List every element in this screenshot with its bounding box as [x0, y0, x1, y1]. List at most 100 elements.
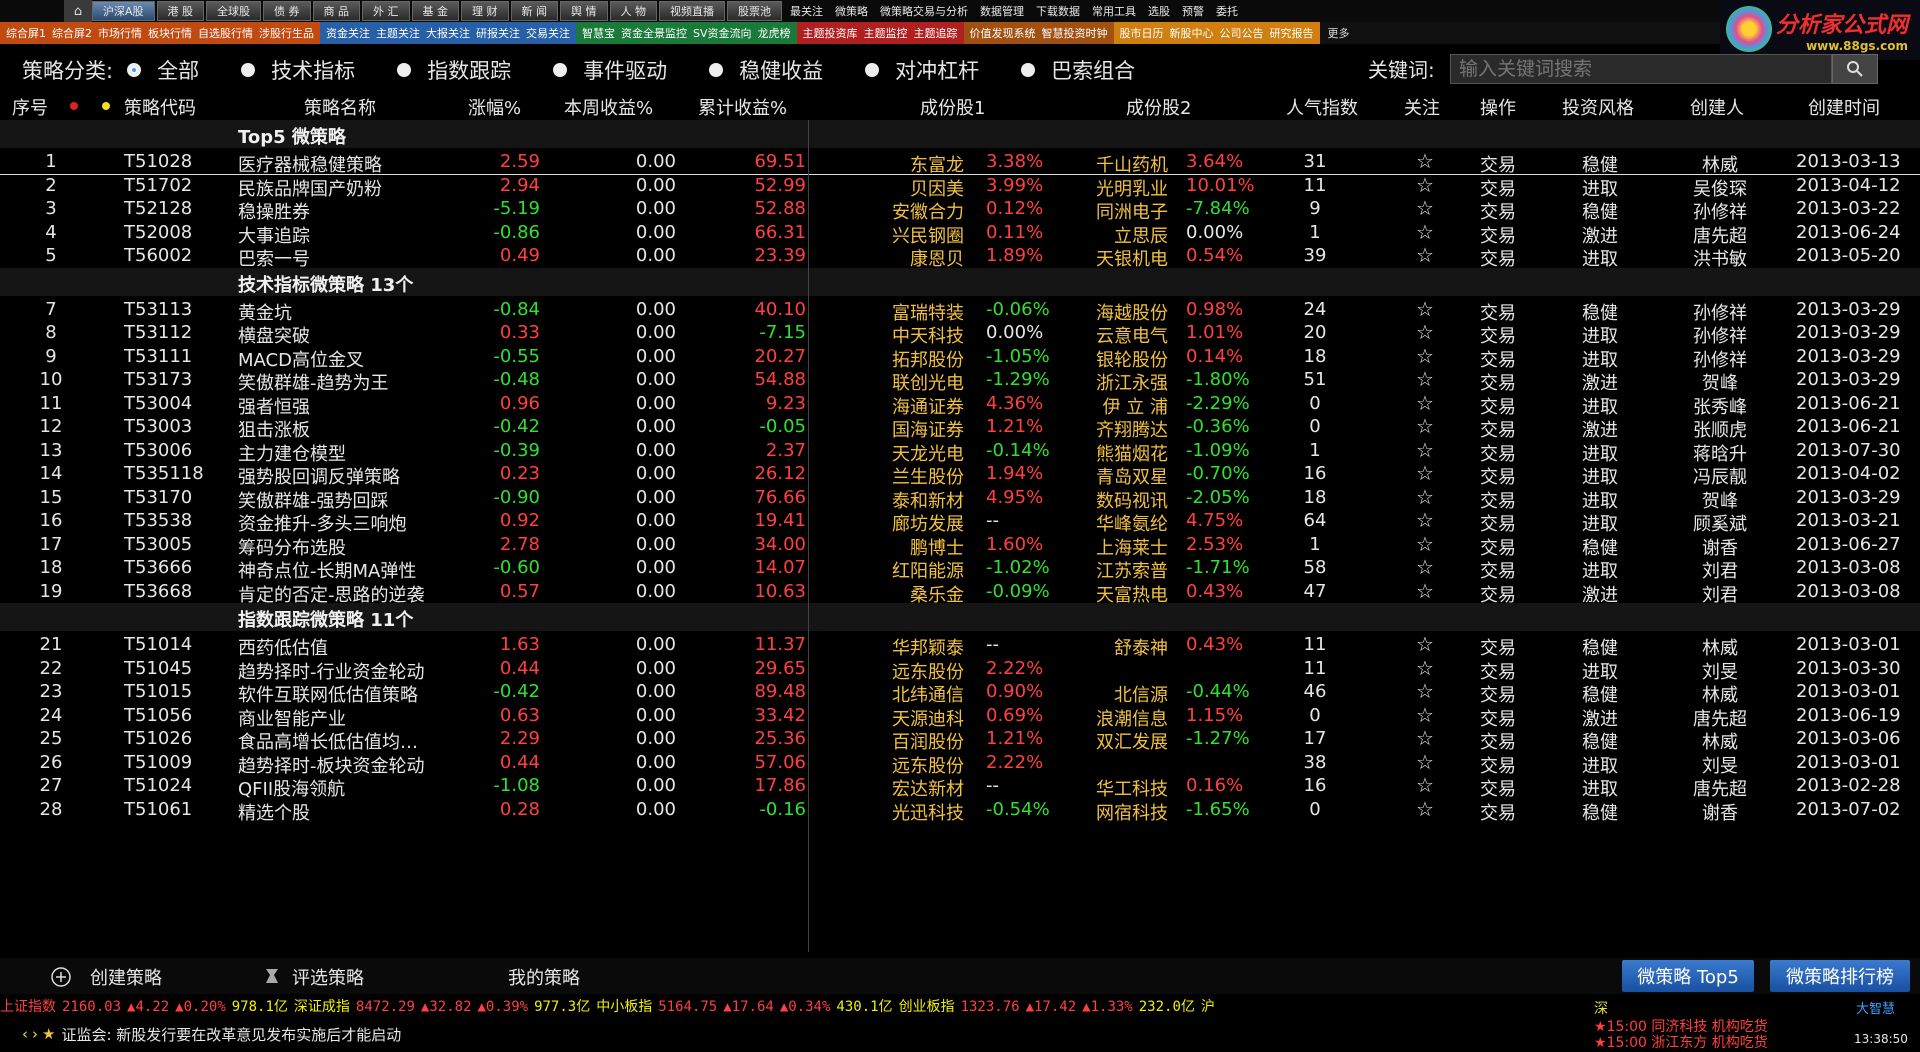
strategy-code[interactable]: T51056 [124, 705, 192, 726]
favorite-star-icon[interactable]: ☆ [1410, 679, 1440, 703]
add-circle-icon[interactable] [50, 966, 72, 993]
filter-option-radio[interactable]: 稳健收益 [709, 55, 823, 85]
nav-tab[interactable]: 视频直播 [659, 1, 726, 21]
news-text[interactable]: 证监会: 新股发行要在改革意见发布实施后才能启动 [61, 1024, 401, 1045]
sub-nav-item[interactable]: 板块行情 [145, 25, 195, 41]
col-date[interactable]: 创建时间 [1808, 94, 1880, 120]
favorite-star-icon[interactable]: ☆ [1410, 243, 1440, 267]
nav-tab[interactable]: 港 股 [156, 1, 205, 21]
sub-nav-item[interactable]: 综合屏2 [49, 25, 95, 41]
stock2-name[interactable]: 网宿科技 [1050, 799, 1168, 825]
top5-button[interactable]: 微策略 Top5 [1622, 960, 1754, 992]
strategy-code[interactable]: T53170 [124, 487, 192, 508]
strategy-code[interactable]: T51009 [124, 752, 192, 773]
review-strategy-button[interactable]: 评选策略 [292, 964, 364, 990]
alert-2[interactable]: ★15:00 浙江东方 机构吃货 [1594, 1032, 1768, 1052]
nav-menu-item[interactable]: 数据管理 [974, 3, 1030, 19]
sub-nav-item[interactable]: 智慧投资时钟 [1039, 25, 1111, 41]
table-row[interactable]: 19 T53668 肯定的否定-思路的逆袭 0.57 0.00 10.63 桑乐金 -0.09… [0, 578, 1920, 606]
ranking-button[interactable]: 微策略排行榜 [1770, 960, 1910, 992]
col-fav[interactable]: 关注 [1404, 94, 1440, 120]
favorite-star-icon[interactable]: ☆ [1410, 461, 1440, 485]
favorite-star-icon[interactable]: ☆ [1410, 414, 1440, 438]
nav-tab[interactable]: 人 物 [609, 1, 658, 21]
favorite-star-icon[interactable]: ☆ [1410, 532, 1440, 556]
favorite-star-icon[interactable]: ☆ [1410, 297, 1440, 321]
strategy-code[interactable]: T53004 [124, 393, 192, 414]
sub-nav-item[interactable]: 交易关注 [523, 25, 573, 41]
strategy-code[interactable]: T51024 [124, 775, 192, 796]
filter-option-radio[interactable]: 全部 [127, 55, 199, 85]
sub-nav-item[interactable]: 主题关注 [373, 25, 423, 41]
nav-menu-item[interactable]: 委托 [1210, 3, 1244, 19]
col-idx[interactable]: 序号 [12, 94, 48, 120]
nav-tab[interactable]: 商 品 [312, 1, 361, 21]
strategy-name[interactable]: 精选个股 [238, 799, 310, 825]
strategy-code[interactable]: T53538 [124, 510, 192, 531]
nav-menu-item[interactable]: 微策略交易与分析 [874, 3, 974, 19]
strategy-code[interactable]: T53111 [124, 346, 192, 367]
nav-tab[interactable]: 外 汇 [362, 1, 410, 21]
strategy-code[interactable]: T53003 [124, 416, 192, 437]
col-pop[interactable]: 人气指数 [1286, 94, 1358, 120]
strategy-code[interactable]: T51028 [124, 151, 192, 172]
strategy-code[interactable]: T51015 [124, 681, 192, 702]
next-arrow-icon[interactable]: › [32, 1025, 38, 1043]
filter-option-radio[interactable]: 技术指标 [241, 55, 355, 85]
nav-tab[interactable]: 舆 情 [560, 1, 608, 21]
favorite-star-icon[interactable]: ☆ [1410, 320, 1440, 344]
keyword-search-input[interactable] [1450, 54, 1832, 84]
sub-nav-item[interactable]: 市场行情 [95, 25, 145, 41]
sub-nav-item[interactable]: 主题监控 [861, 25, 911, 41]
strategy-code[interactable]: T51026 [124, 728, 192, 749]
favorite-star-icon[interactable]: ☆ [1410, 367, 1440, 391]
favorite-star-icon[interactable]: ☆ [1410, 773, 1440, 797]
strategy-code[interactable]: T52008 [124, 222, 192, 243]
nav-tab[interactable]: 基 金 [411, 1, 460, 21]
nav-tab[interactable]: 全球股 [206, 1, 262, 21]
nav-menu-item[interactable]: 最关注 [784, 3, 829, 19]
nav-menu-item[interactable]: 微策略 [829, 3, 874, 19]
col-creator[interactable]: 创建人 [1690, 94, 1744, 120]
favorite-star-icon[interactable]: ☆ [1410, 344, 1440, 368]
col-code[interactable]: 策略代码 [124, 94, 196, 120]
sub-nav-item[interactable]: 涉股行生品 [256, 25, 317, 41]
sub-nav-item[interactable]: 龙虎榜 [755, 25, 794, 41]
nav-tab[interactable]: 沪深A股 [92, 1, 155, 21]
create-strategy-button[interactable]: 创建策略 [90, 964, 162, 990]
sub-nav-item[interactable]: 研究报告 [1267, 25, 1317, 41]
more-menu[interactable]: 更多 [1320, 25, 1358, 41]
sub-nav-item[interactable]: 价值发现系统 [967, 25, 1039, 41]
home-icon[interactable]: ⌂ [64, 0, 92, 22]
favorite-star-icon[interactable]: ☆ [1410, 726, 1440, 750]
strategy-code[interactable]: T53112 [124, 322, 192, 343]
sub-nav-item[interactable]: 研报关注 [473, 25, 523, 41]
favorite-star-icon[interactable]: ☆ [1410, 220, 1440, 244]
favorite-star-icon[interactable]: ☆ [1410, 656, 1440, 680]
sub-nav-item[interactable]: 公司公告 [1217, 25, 1267, 41]
nav-menu-item[interactable]: 常用工具 [1086, 3, 1142, 19]
stock1-name[interactable]: 光迅科技 [848, 799, 964, 825]
col-week[interactable]: 本周收益% [564, 94, 653, 120]
strategy-code[interactable]: T51702 [124, 175, 192, 196]
favorite-star-icon[interactable]: ☆ [1410, 555, 1440, 579]
favorite-star-icon[interactable]: ☆ [1410, 149, 1440, 173]
strategy-code[interactable]: T53005 [124, 534, 192, 555]
col-style[interactable]: 投资风格 [1562, 94, 1634, 120]
strategy-code[interactable]: T53006 [124, 440, 192, 461]
favorite-star-icon[interactable]: ☆ [1410, 797, 1440, 821]
favorite-star-icon[interactable]: ☆ [1410, 703, 1440, 727]
favorite-star-icon[interactable]: ☆ [1410, 508, 1440, 532]
sub-nav-item[interactable]: 资金全景监控 [618, 25, 690, 41]
strategy-code[interactable]: T51045 [124, 658, 192, 679]
strategy-code[interactable]: T56002 [124, 245, 192, 266]
strategy-code[interactable]: T53668 [124, 581, 192, 602]
sub-nav-item[interactable]: 大报关注 [423, 25, 473, 41]
review-icon[interactable] [262, 966, 282, 991]
sub-nav-item[interactable]: 新股中心 [1167, 25, 1217, 41]
strategy-code[interactable]: T53113 [124, 299, 192, 320]
nav-tab[interactable]: 新 闻 [510, 1, 559, 21]
filter-option-radio[interactable]: 指数跟踪 [397, 55, 511, 85]
strategy-code[interactable]: T51014 [124, 634, 192, 655]
sub-nav-item[interactable]: SV资金流向 [690, 25, 755, 41]
